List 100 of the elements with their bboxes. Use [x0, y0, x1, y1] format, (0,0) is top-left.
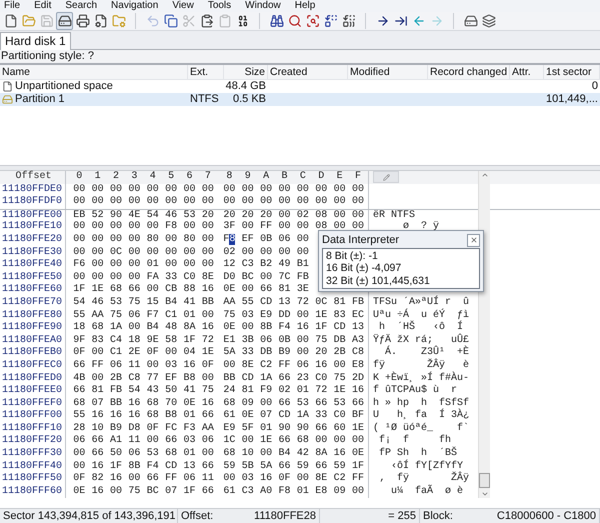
- hex-byte[interactable]: 00: [106, 221, 126, 234]
- hex-byte[interactable]: B9: [275, 347, 294, 360]
- hex-byte[interactable]: 00: [144, 221, 162, 234]
- hex-byte[interactable]: 16: [88, 486, 107, 498]
- toolbar-button[interactable]: [268, 12, 285, 30]
- hex-byte[interactable]: CD: [275, 410, 294, 423]
- hex-byte[interactable]: 00: [180, 246, 199, 260]
- hex-byte[interactable]: 01: [294, 486, 312, 498]
- hex-byte[interactable]: 09: [330, 486, 349, 498]
- table-row[interactable]: Partition 1 NTFS 0.5 KB 101,449,...: [0, 93, 600, 106]
- hex-byte[interactable]: 20: [256, 210, 276, 222]
- hex-byte[interactable]: 00: [294, 221, 312, 234]
- column-header[interactable]: Size: [224, 65, 268, 79]
- menu-item[interactable]: View: [172, 0, 194, 12]
- hex-byte[interactable]: 16: [198, 284, 218, 297]
- hex-byte[interactable]: 2B: [330, 347, 349, 360]
- hex-byte[interactable]: 2B: [106, 372, 126, 386]
- hex-byte[interactable]: 00: [198, 196, 218, 209]
- hex-byte[interactable]: 54: [125, 385, 144, 398]
- hex-byte[interactable]: C1: [106, 347, 126, 360]
- hex-byte[interactable]: 0E: [238, 410, 257, 423]
- hex-byte[interactable]: 00: [330, 210, 349, 222]
- hex-byte[interactable]: E9: [220, 422, 239, 436]
- hex-byte[interactable]: 59: [330, 460, 349, 474]
- hex-byte[interactable]: 66: [275, 398, 294, 410]
- hex-byte[interactable]: 07: [256, 410, 276, 423]
- hex-byte[interactable]: 00: [348, 486, 368, 498]
- hex-byte[interactable]: B2: [256, 259, 276, 272]
- menu-item[interactable]: Navigation: [111, 0, 158, 12]
- hex-byte[interactable]: 68: [106, 284, 126, 297]
- hex-byte[interactable]: 12: [220, 259, 239, 272]
- hex-byte[interactable]: 00: [312, 184, 330, 196]
- hex-byte[interactable]: 01: [180, 410, 199, 423]
- hex-byte[interactable]: 81: [275, 284, 294, 297]
- hex-byte[interactable]: 90: [294, 422, 312, 436]
- hex-byte[interactable]: 41: [180, 296, 199, 310]
- hex-byte[interactable]: C2: [256, 360, 276, 372]
- hex-byte[interactable]: 00: [88, 234, 107, 247]
- hex-byte[interactable]: CD: [162, 460, 180, 474]
- hex-byte[interactable]: 00: [125, 221, 144, 234]
- hex-byte[interactable]: 55: [238, 296, 257, 310]
- hex-byte[interactable]: 1A: [256, 372, 276, 386]
- hex-byte[interactable]: 66: [88, 435, 107, 448]
- hex-byte[interactable]: 00: [144, 360, 162, 372]
- hex-byte[interactable]: 00: [238, 284, 257, 297]
- hex-byte[interactable]: 7C: [275, 272, 294, 284]
- hex-byte[interactable]: 00: [88, 221, 107, 234]
- hex-byte[interactable]: 11: [198, 473, 218, 486]
- hex-byte[interactable]: 00: [294, 234, 312, 247]
- hex-byte[interactable]: 5A: [256, 460, 276, 474]
- column-header[interactable]: Name: [0, 65, 188, 79]
- hex-byte[interactable]: F8: [220, 234, 239, 247]
- hex-byte[interactable]: 20: [198, 210, 218, 222]
- hex-byte[interactable]: B8: [162, 410, 180, 423]
- hex-byte[interactable]: 48: [162, 322, 180, 335]
- hex-byte[interactable]: 08: [312, 210, 330, 222]
- hex-byte[interactable]: 1F: [106, 460, 126, 474]
- hex-byte[interactable]: 00: [144, 196, 162, 209]
- hex-byte[interactable]: 82: [88, 473, 107, 486]
- hex-byte[interactable]: 01: [256, 422, 276, 436]
- hex-byte[interactable]: 16: [256, 473, 276, 486]
- hex-byte[interactable]: 00: [162, 184, 180, 196]
- hex-byte[interactable]: 07: [162, 486, 180, 498]
- hex-byte[interactable]: 06: [275, 234, 294, 247]
- hex-byte[interactable]: 68: [220, 398, 239, 410]
- hex-byte[interactable]: 00: [125, 184, 144, 196]
- hex-byte[interactable]: 75: [106, 310, 126, 322]
- hex-byte[interactable]: 16: [106, 410, 126, 423]
- hex-byte[interactable]: 00: [125, 473, 144, 486]
- hex-byte[interactable]: 68: [144, 398, 162, 410]
- hex-byte[interactable]: 41: [180, 385, 199, 398]
- hex-byte[interactable]: 50: [106, 448, 126, 461]
- hex-byte[interactable]: CD: [330, 322, 349, 335]
- hex-byte[interactable]: 75: [220, 310, 239, 322]
- hex-byte[interactable]: 16: [88, 460, 107, 474]
- hex-byte[interactable]: 00: [330, 435, 349, 448]
- hex-byte[interactable]: 00: [180, 221, 199, 234]
- hex-byte[interactable]: 00: [238, 322, 257, 335]
- table-row[interactable]: Unpartitioned space 48.4 GB 0: [0, 80, 600, 93]
- hex-byte[interactable]: 5A: [220, 347, 239, 360]
- hex-byte[interactable]: 52: [88, 210, 107, 222]
- hex-byte[interactable]: 1F: [348, 460, 368, 474]
- hex-byte[interactable]: 80: [144, 234, 162, 247]
- hex-byte[interactable]: 8A: [312, 448, 330, 461]
- column-header[interactable]: 1st sector: [544, 65, 600, 79]
- hex-byte[interactable]: 00: [180, 196, 199, 209]
- hex-byte[interactable]: 16: [88, 410, 107, 423]
- hex-byte[interactable]: 0F: [198, 360, 218, 372]
- hex-byte[interactable]: B1: [294, 259, 312, 272]
- hex-byte[interactable]: 60: [330, 422, 349, 436]
- hex-byte[interactable]: 03: [180, 435, 199, 448]
- hex-byte[interactable]: DB: [256, 347, 276, 360]
- hex-byte[interactable]: 00: [198, 234, 218, 247]
- hex-byte[interactable]: 16: [198, 322, 218, 335]
- hex-byte[interactable]: 00: [220, 360, 239, 372]
- hex-byte[interactable]: 66: [144, 473, 162, 486]
- hex-byte[interactable]: 16: [348, 385, 368, 398]
- hex-byte[interactable]: 4E: [125, 210, 144, 222]
- chevron-down-icon[interactable]: [480, 490, 488, 498]
- hex-byte[interactable]: 00: [238, 246, 257, 260]
